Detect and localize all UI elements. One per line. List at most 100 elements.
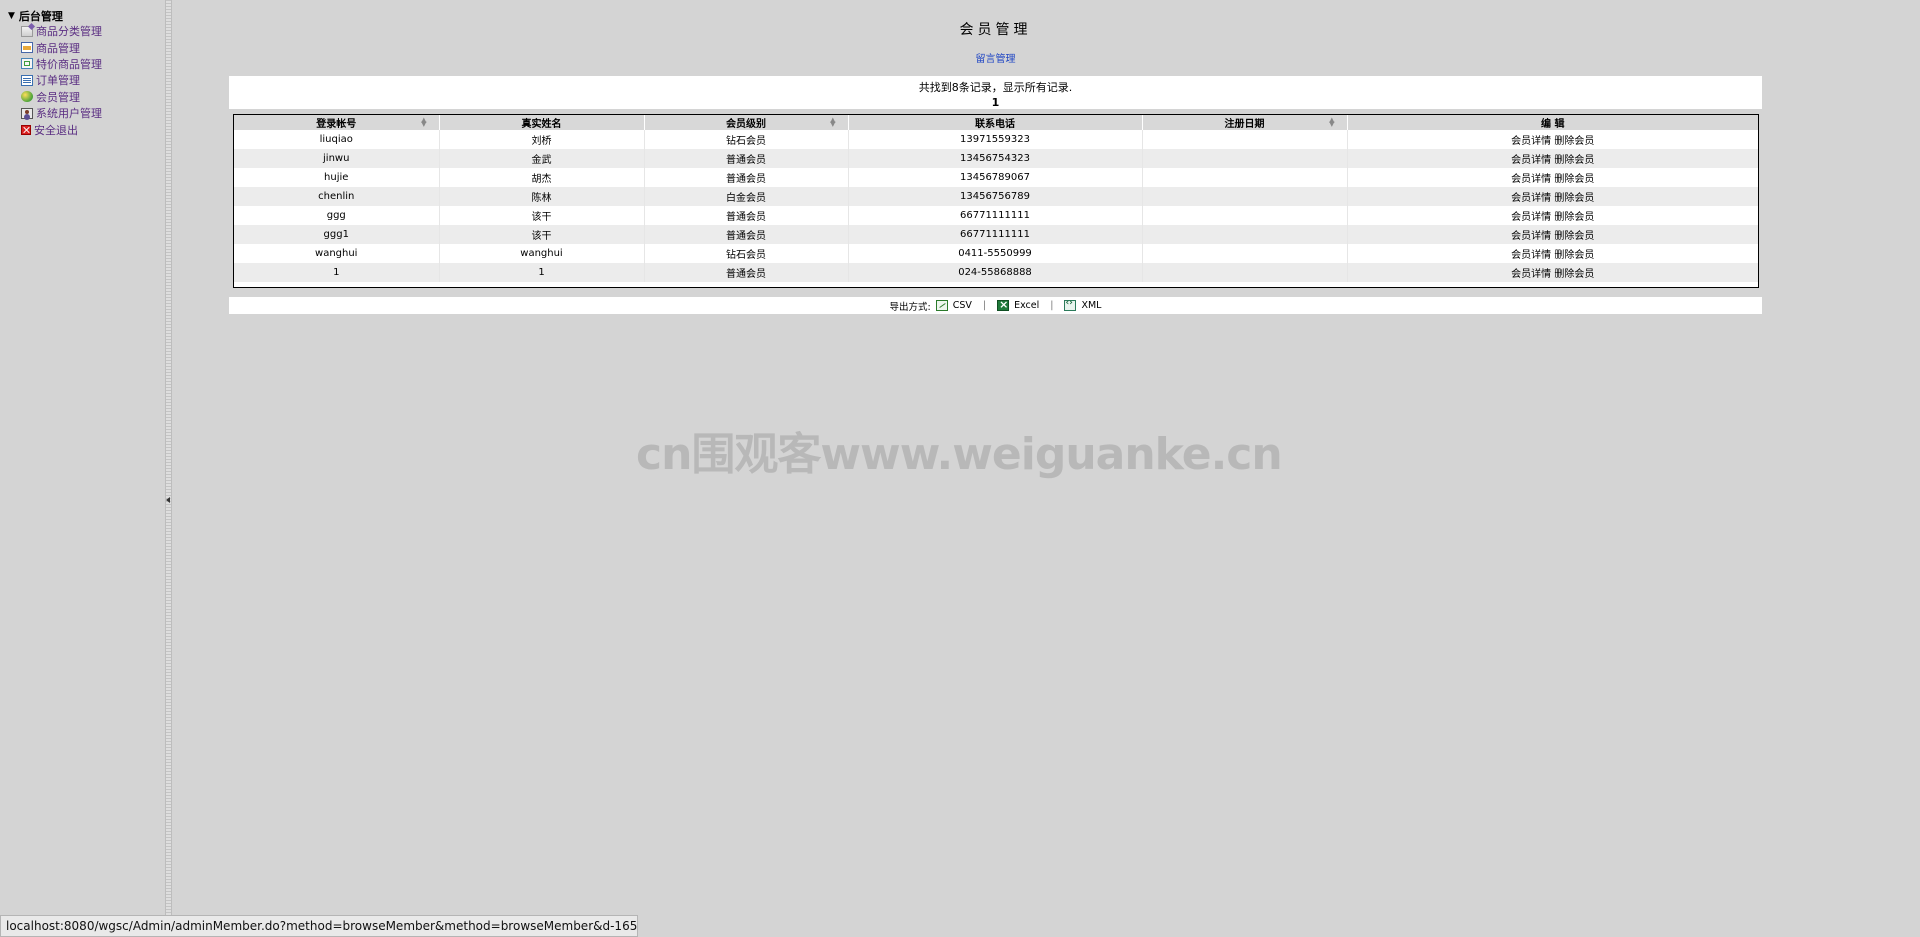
cell-phone: 13971559323 <box>848 130 1143 149</box>
cell-date <box>1142 225 1348 244</box>
member-detail-link[interactable]: 会员详情 <box>1511 193 1551 204</box>
column-header-edit: 编 辑 <box>1347 115 1758 130</box>
delete-member-link[interactable]: 删除会员 <box>1554 136 1594 147</box>
cell-phone: 0411-5550999 <box>848 244 1143 263</box>
sidebar-item-label: 会员管理 <box>36 90 80 104</box>
column-header-label: 注册日期 <box>1224 119 1265 130</box>
table-row: ggg 该干 普通会员 66771111111 会员详情 删除会员 <box>234 206 1758 225</box>
cell-level: 普通会员 <box>644 263 849 282</box>
cell-name: wanghui <box>439 244 645 263</box>
member-detail-link[interactable]: 会员详情 <box>1511 212 1551 223</box>
excel-icon[interactable] <box>997 298 1010 311</box>
system-user-icon <box>21 107 33 119</box>
page-number[interactable]: 1 <box>229 96 1762 109</box>
sort-icon[interactable]: ▲ ▼ <box>1329 117 1334 128</box>
cell-name: 1 <box>439 263 645 282</box>
cell-login: jinwu <box>234 149 440 168</box>
delete-member-link[interactable]: 删除会员 <box>1554 174 1594 185</box>
column-header-label: 登录帐号 <box>316 119 357 130</box>
message-management-link[interactable]: 留言管理 <box>229 50 1762 65</box>
column-header-level[interactable]: 会员级别 ▲ ▼ <box>644 115 849 130</box>
column-header-label: 编 辑 <box>1541 119 1565 130</box>
column-header-label: 会员级别 <box>726 119 766 130</box>
delete-member-link[interactable]: 删除会员 <box>1554 250 1594 261</box>
export-separator: | <box>982 300 987 311</box>
export-bar: 导出方式: CSV | Excel | XML <box>229 297 1762 314</box>
cell-level: 钻石会员 <box>644 244 849 263</box>
cell-date <box>1142 244 1348 263</box>
cell-level: 普通会员 <box>644 206 849 225</box>
delete-member-link[interactable]: 删除会员 <box>1554 193 1594 204</box>
cell-phone: 024-55868888 <box>848 263 1143 282</box>
sort-icon[interactable]: ▲ ▼ <box>830 117 835 128</box>
special-goods-icon <box>21 58 33 70</box>
sidebar-item-members[interactable]: 会员管理 <box>21 89 102 105</box>
column-header-label: 真实姓名 <box>521 119 562 130</box>
browser-status-bar: localhost:8080/wgsc/Admin/adminMember.do… <box>0 915 638 937</box>
cell-name: 该干 <box>439 225 645 244</box>
column-header-regdate[interactable]: 注册日期 ▲ ▼ <box>1142 115 1348 130</box>
delete-member-link[interactable]: 删除会员 <box>1554 231 1594 242</box>
cell-level: 普通会员 <box>644 168 849 187</box>
sidebar-item-label: 商品分类管理 <box>36 25 102 39</box>
csv-icon[interactable] <box>935 300 948 311</box>
sidebar-item-logout[interactable]: 安全退出 <box>21 121 102 137</box>
delete-member-link[interactable]: 删除会员 <box>1554 155 1594 166</box>
member-detail-link[interactable]: 会员详情 <box>1511 174 1551 185</box>
export-xml-link[interactable]: XML <box>1081 300 1101 311</box>
member-detail-link[interactable]: 会员详情 <box>1511 250 1551 261</box>
table-row: jinwu 金武 普通会员 13456754323 会员详情 删除会员 <box>234 149 1758 168</box>
column-header-login[interactable]: 登录帐号 ▲ ▼ <box>234 115 440 130</box>
cell-date <box>1142 168 1348 187</box>
cell-actions: 会员详情 删除会员 <box>1347 149 1758 168</box>
triangle-down-icon[interactable]: ▼ <box>8 11 15 21</box>
sidebar-item-label: 系统用户管理 <box>36 107 102 121</box>
cell-phone: 66771111111 <box>848 206 1143 225</box>
sidebar-item-goods[interactable]: 商品管理 <box>21 39 102 55</box>
delete-member-link[interactable]: 删除会员 <box>1554 269 1594 280</box>
cell-phone: 13456789067 <box>848 168 1143 187</box>
cell-level: 普通会员 <box>644 225 849 244</box>
cell-login: chenlin <box>234 187 440 206</box>
watermark-text: cn围观客www.weiguanke.cn <box>636 429 1283 480</box>
member-icon <box>21 91 33 103</box>
cell-actions: 会员详情 删除会员 <box>1347 244 1758 263</box>
sort-icon[interactable]: ▲ ▼ <box>421 117 426 128</box>
cell-actions: 会员详情 删除会员 <box>1347 225 1758 244</box>
table-header-row: 登录帐号 ▲ ▼ 真实姓名 会员级别 ▲ ▼ 联系电话 注册日期 ▲ ▼ 编 辑 <box>234 115 1758 130</box>
member-detail-link[interactable]: 会员详情 <box>1511 136 1551 147</box>
sidebar-item-special-goods[interactable]: 特价商品管理 <box>21 56 102 72</box>
table-row: chenlin 陈林 白金会员 13456756789 会员详情 删除会员 <box>234 187 1758 206</box>
table-row: wanghui wanghui 钻石会员 0411-5550999 会员详情 删… <box>234 244 1758 263</box>
column-header-label: 联系电话 <box>975 119 1015 130</box>
xml-icon[interactable] <box>1064 298 1077 311</box>
column-header-realname: 真实姓名 <box>439 115 645 130</box>
cell-name: 胡杰 <box>439 168 645 187</box>
export-csv-link[interactable]: CSV <box>953 300 972 311</box>
member-detail-link[interactable]: 会员详情 <box>1511 269 1551 280</box>
sidebar-item-label: 商品管理 <box>36 41 80 55</box>
tree-root-admin[interactable]: ▼ 后台管理 <box>8 8 63 24</box>
member-detail-link[interactable]: 会员详情 <box>1511 231 1551 242</box>
tree-root-label: 后台管理 <box>18 10 63 23</box>
delete-member-link[interactable]: 删除会员 <box>1554 212 1594 223</box>
collapse-arrow-icon[interactable] <box>166 497 170 503</box>
sidebar-item-label: 安全退出 <box>34 123 78 137</box>
sidebar-tree: ▼ 后台管理 商品分类管理 商品管理 特价商品管理 订单管理 会员管理 系统用户… <box>0 0 165 937</box>
cell-phone: 13456756789 <box>848 187 1143 206</box>
cell-login: 1 <box>234 263 440 282</box>
sidebar-item-system-users[interactable]: 系统用户管理 <box>21 105 102 121</box>
cell-actions: 会员详情 删除会员 <box>1347 130 1758 149</box>
page-title: 会员管理 <box>959 22 1032 38</box>
frame-splitter[interactable] <box>165 0 172 937</box>
sidebar-item-category[interactable]: 商品分类管理 <box>21 23 102 39</box>
cell-actions: 会员详情 删除会员 <box>1347 206 1758 225</box>
export-separator: | <box>1050 300 1054 311</box>
result-summary: 共找到8条记录，显示所有记录. <box>918 81 1073 94</box>
cell-level: 白金会员 <box>644 187 849 206</box>
cell-phone: 13456754323 <box>848 149 1143 168</box>
export-label: 导出方式: <box>889 301 931 313</box>
member-detail-link[interactable]: 会员详情 <box>1511 155 1551 166</box>
export-excel-link[interactable]: Excel <box>1014 300 1039 311</box>
sidebar-item-orders[interactable]: 订单管理 <box>21 72 102 88</box>
